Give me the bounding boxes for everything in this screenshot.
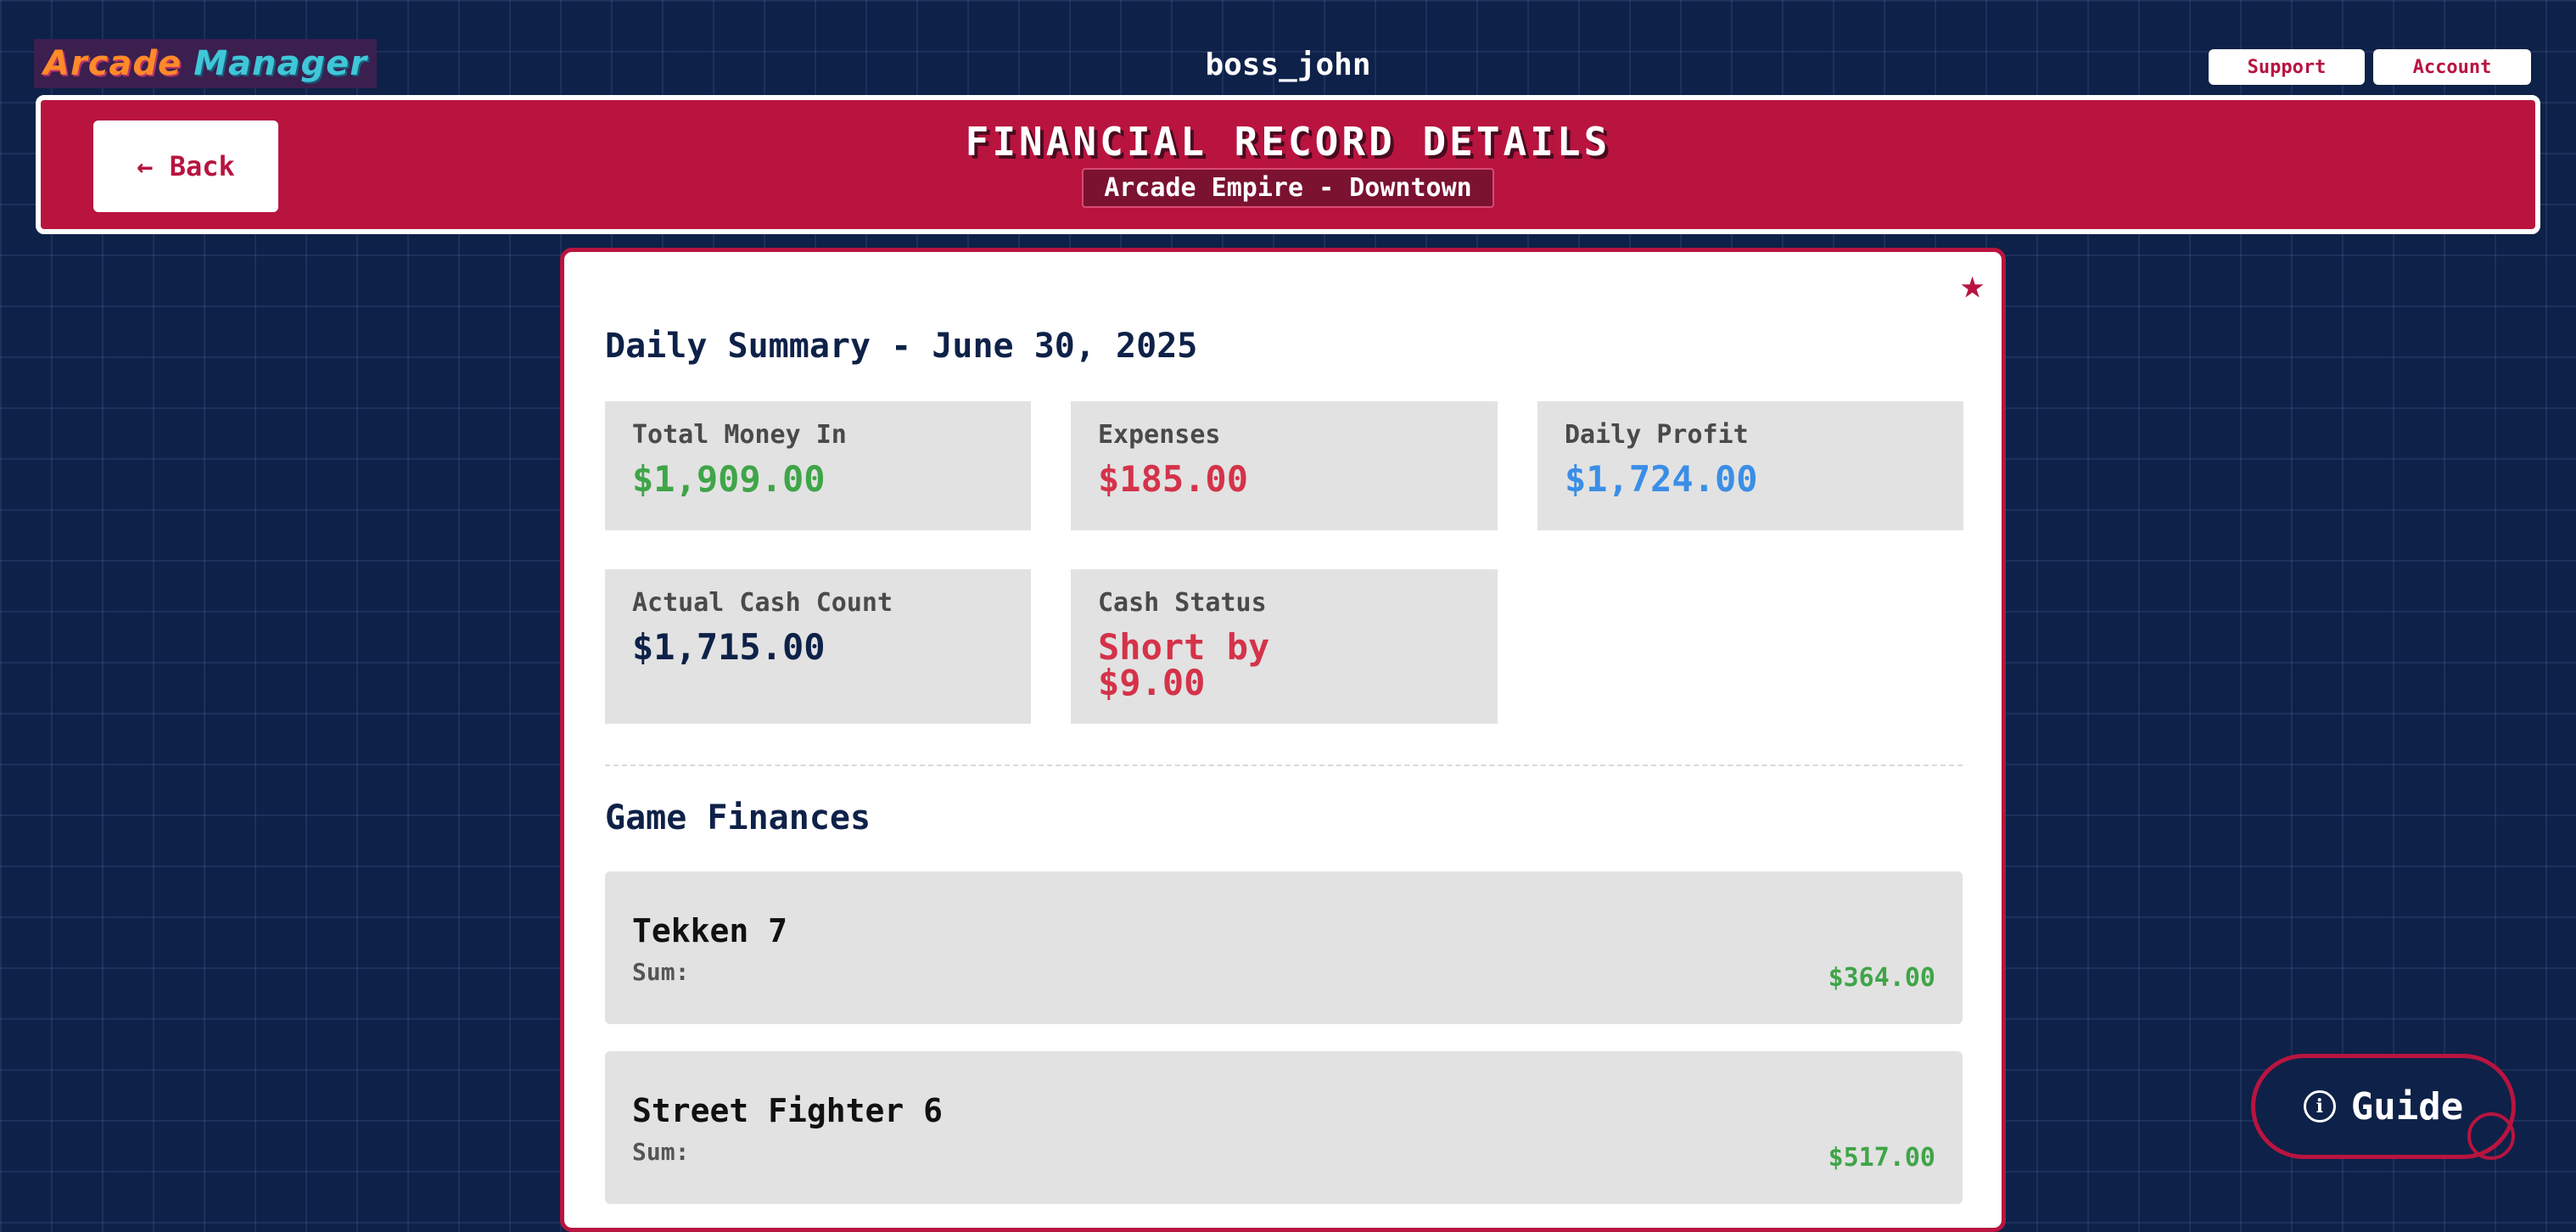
game-finances-title: Game Finances (605, 798, 871, 837)
guide-button[interactable]: i Guide (2251, 1054, 2516, 1160)
stat-value: $1,724.00 (1565, 458, 1758, 500)
stat-value: $1,909.00 (632, 458, 826, 500)
guide-label: Guide (2350, 1084, 2464, 1128)
section-divider (605, 764, 1963, 766)
summary-title: Daily Summary - June 30, 2025 (605, 327, 1198, 366)
game-sum-value: $364.00 (1828, 963, 1935, 993)
star-icon[interactable]: ★ (1960, 260, 1985, 308)
stat-value: Short by $9.00 (1098, 626, 1270, 703)
stat-expenses: Expenses $185.00 (1071, 401, 1498, 530)
account-button[interactable]: Account (2373, 49, 2531, 85)
username-label: boss_john (1205, 48, 1371, 82)
stat-label: Total Money In (632, 420, 847, 450)
stat-label: Expenses (1098, 420, 1221, 450)
stat-cash-status: Cash Status Short by $9.00 (1071, 569, 1498, 724)
stat-total-money-in: Total Money In $1,909.00 (605, 401, 1031, 530)
guide-ring-decoration (2467, 1112, 2515, 1160)
page-title: FINANCIAL RECORD DETAILS (965, 119, 1611, 165)
stat-value: $185.00 (1098, 458, 1249, 500)
stat-label: Actual Cash Count (632, 588, 893, 618)
game-card[interactable]: Street Fighter 6 Sum: $517.00 (605, 1051, 1963, 1204)
location-badge: Arcade Empire - Downtown (1082, 168, 1494, 208)
stat-label: Daily Profit (1565, 420, 1749, 450)
record-card: ★ Daily Summary - June 30, 2025 Total Mo… (560, 248, 2006, 1232)
game-sum-label: Sum: (632, 1138, 690, 1166)
stat-daily-profit: Daily Profit $1,724.00 (1537, 401, 1963, 530)
game-card[interactable]: Tekken 7 Sum: $364.00 (605, 871, 1963, 1024)
page-header-banner: ← Back FINANCIAL RECORD DETAILS Arcade E… (36, 95, 2540, 234)
info-icon: i (2303, 1090, 2336, 1123)
game-name: Tekken 7 (632, 912, 788, 949)
support-button[interactable]: Support (2209, 49, 2365, 85)
game-sum-label: Sum: (632, 958, 690, 986)
game-name: Street Fighter 6 (632, 1092, 944, 1129)
stat-value: $1,715.00 (632, 626, 826, 668)
stat-label: Cash Status (1098, 588, 1267, 618)
game-sum-value: $517.00 (1828, 1143, 1935, 1173)
stat-actual-cash-count: Actual Cash Count $1,715.00 (605, 569, 1031, 724)
